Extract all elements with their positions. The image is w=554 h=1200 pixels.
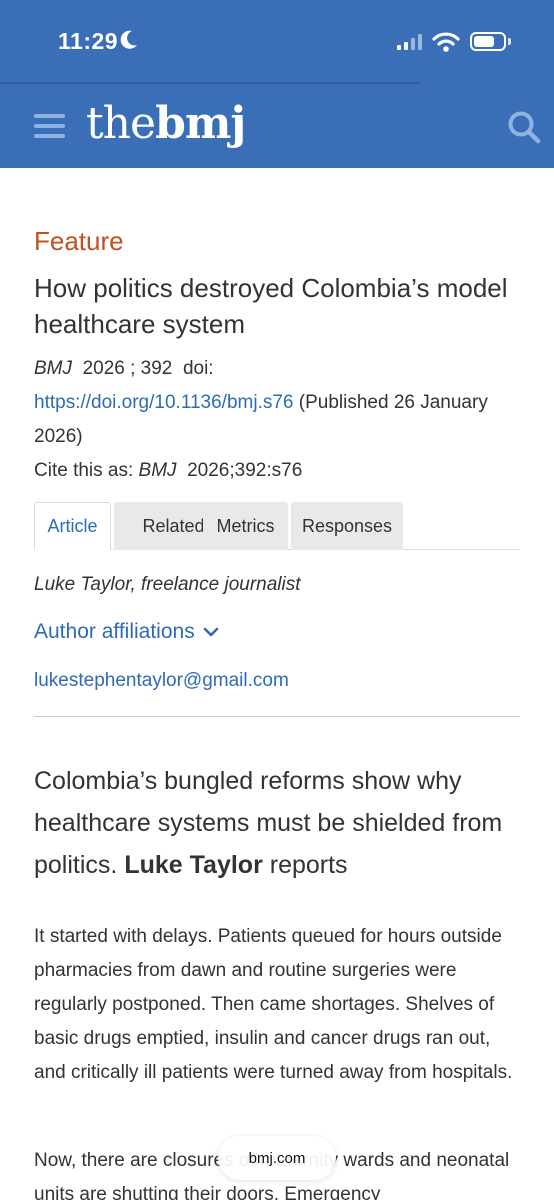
article-section-label: Feature xyxy=(34,226,124,256)
bmj-logo[interactable]: thebmj xyxy=(86,98,246,149)
cellular-signal-icon xyxy=(397,34,423,50)
tab-metrics[interactable]: Metrics xyxy=(203,502,288,550)
cite-label: Cite this as: xyxy=(34,460,134,481)
body-paragraph-1: It started with delays. Patients queued … xyxy=(34,926,513,1083)
author-byline: Luke Taylor, freelance journalist xyxy=(34,574,301,595)
status-time: 11:29 xyxy=(58,28,119,54)
author-affiliations-label: Author affiliations xyxy=(34,620,195,643)
battery-cap xyxy=(508,38,511,45)
cite-reference: 2026;392:s76 xyxy=(187,460,303,481)
cite-journal: BMJ xyxy=(138,460,177,481)
doi-label: doi: xyxy=(182,358,214,379)
author-email-link[interactable]: lukestephentaylor@gmail.com xyxy=(34,670,289,692)
app-header xyxy=(0,84,554,168)
standfirst-reports: reports xyxy=(269,851,348,879)
year-volume: 2026 ; 392 xyxy=(82,358,173,379)
tab-responses[interactable]: Responses xyxy=(291,502,403,550)
journal-name: BMJ xyxy=(34,358,72,379)
logo-bmj: bmj xyxy=(155,98,246,149)
author-affiliations-toggle[interactable]: Author affiliations xyxy=(34,620,219,644)
article-tabs: Article Related Metrics Responses xyxy=(34,502,520,550)
search-icon[interactable] xyxy=(507,110,541,149)
article-standfirst: Colombia’s bungled reforms show why heal… xyxy=(34,760,534,886)
doi-link[interactable]: https://doi.org/10.1136/bmj.s76 xyxy=(34,392,293,413)
logo-the: the xyxy=(86,98,156,149)
standfirst-text: Colombia’s bungled reforms show why heal… xyxy=(34,767,503,879)
browser-url-pill[interactable]: bmj.com xyxy=(218,1136,336,1180)
chevron-down-icon xyxy=(203,620,219,644)
section-divider xyxy=(34,716,520,717)
battery-icon xyxy=(470,32,506,51)
wifi-icon xyxy=(432,31,460,58)
standfirst-author: Luke Taylor xyxy=(124,851,263,879)
article-title: How politics destroyed Colombia’s model … xyxy=(34,273,508,339)
article-citation: BMJ 2026 ; 392 doi: https://doi.org/10.1… xyxy=(34,352,520,488)
tab-article[interactable]: Article xyxy=(34,502,111,550)
moon-icon xyxy=(120,30,138,55)
battery-fill xyxy=(474,36,494,47)
hamburger-menu-icon[interactable] xyxy=(34,114,65,138)
